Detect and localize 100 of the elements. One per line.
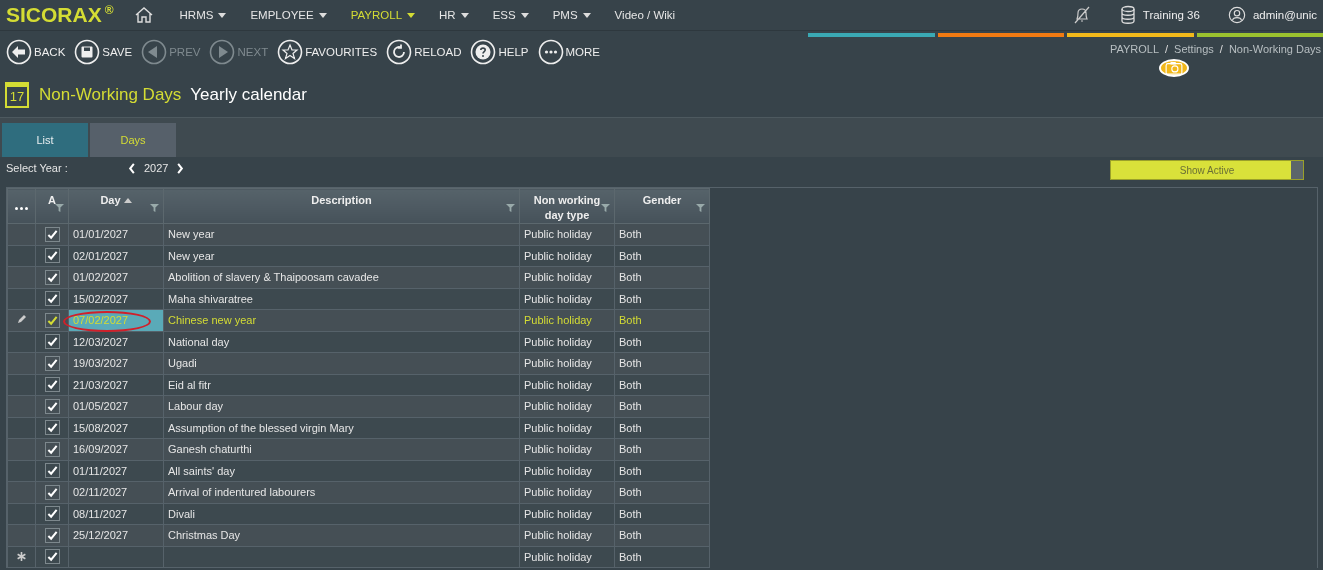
table-cell: Both (619, 443, 642, 456)
user-icon[interactable] (1227, 6, 1246, 24)
column-header[interactable]: Gender (614, 188, 710, 224)
page-subtitle: Yearly calendar (190, 85, 307, 105)
table-cell: Both (619, 400, 642, 413)
column-header[interactable]: Day (68, 188, 164, 224)
checkbox[interactable] (44, 463, 60, 479)
checkbox[interactable] (44, 484, 60, 500)
camera-button[interactable] (1159, 59, 1189, 77)
table-cell: Chinese new year (168, 314, 257, 327)
chevron-left-icon[interactable] (128, 162, 136, 174)
toolbar-button[interactable]: RELOAD (386, 39, 462, 65)
menu-item[interactable]: HR (439, 9, 469, 21)
next-icon (209, 39, 236, 65)
table-cell: 02/01/2027 (73, 249, 129, 262)
checkbox[interactable] (44, 248, 60, 264)
tab[interactable]: Days (90, 123, 176, 157)
chevron-right-icon[interactable] (176, 162, 185, 174)
table-cell: Both (619, 550, 642, 563)
select-year-label: Select Year : (6, 162, 69, 174)
table-cell: Ugadi (168, 357, 197, 370)
table-cell: 19/03/2027 (73, 357, 129, 370)
show-active-toggle[interactable]: Show Active (1110, 160, 1304, 180)
table-cell: Both (619, 421, 642, 434)
checkbox[interactable] (44, 377, 60, 393)
table-cell: Public holiday (524, 249, 592, 262)
sort-arrow-icon[interactable] (123, 198, 132, 203)
menu-item[interactable]: PAYROLL (350, 9, 416, 21)
table-cell: Both (619, 228, 642, 241)
user-name[interactable]: admin@unic (1252, 9, 1317, 21)
menu-item[interactable]: Video / Wiki (614, 9, 676, 21)
breadcrumb-link[interactable]: PAYROLL (1109, 43, 1159, 55)
table-cell: Public holiday (524, 292, 592, 305)
more-icon (537, 39, 564, 65)
table-cell: Assumption of the blessed virgin Mary (168, 421, 354, 434)
table-cell: Public holiday (524, 400, 592, 413)
toolbar-button[interactable]: FAVOURITES (277, 39, 378, 65)
menu-item[interactable]: PMS (552, 9, 591, 21)
table-cell: Divali (168, 507, 195, 520)
table-cell: Both (619, 314, 642, 327)
column-header[interactable]: Description (163, 188, 520, 224)
column-header[interactable]: A (35, 188, 69, 224)
page-title: Non-Working Days (39, 85, 182, 105)
table-cell: Both (619, 249, 642, 262)
table-cell: Both (619, 464, 642, 477)
column-header[interactable]: Non working day type (519, 188, 615, 224)
table-cell: 15/08/2027 (73, 421, 129, 434)
table-cell: Public holiday (524, 314, 592, 327)
table-cell: Christmas Day (168, 529, 241, 542)
checkbox[interactable] (44, 355, 60, 371)
filter-icon[interactable] (55, 203, 64, 212)
breadcrumb-separator: / (1165, 43, 1169, 55)
table-cell: 01/01/2027 (73, 228, 129, 241)
table-cell: Arrival of indentured labourers (168, 486, 316, 499)
table-cell: 01/05/2027 (73, 400, 129, 413)
tab[interactable]: List (2, 123, 88, 157)
table-cell: Public holiday (524, 529, 592, 542)
checkbox[interactable] (44, 441, 60, 457)
toolbar-button[interactable]: HELP (470, 39, 529, 65)
table-cell: Public holiday (524, 464, 592, 477)
reload-icon (386, 39, 413, 65)
checkbox[interactable] (44, 420, 60, 436)
breadcrumb-link[interactable]: Non-Working Days (1228, 43, 1321, 55)
filter-icon[interactable] (150, 203, 159, 212)
table-cell: Labour day (168, 400, 224, 413)
filter-icon[interactable] (506, 203, 515, 212)
table-cell: New year (168, 228, 215, 241)
checkbox[interactable] (44, 506, 60, 522)
checkbox[interactable] (44, 291, 60, 307)
checkbox[interactable] (44, 334, 60, 350)
checkbox[interactable] (44, 398, 60, 414)
filter-icon[interactable] (696, 203, 705, 212)
table-cell: 08/11/2027 (73, 507, 128, 520)
checkbox[interactable] (44, 226, 60, 242)
menu-item[interactable]: HRMS (179, 9, 227, 21)
checkbox[interactable] (44, 549, 60, 565)
calendar-icon: 17 (5, 82, 29, 108)
table-cell: Public holiday (524, 228, 592, 241)
filter-icon[interactable] (601, 203, 610, 212)
toolbar-button[interactable]: SAVE (74, 39, 133, 65)
help-icon (470, 39, 497, 65)
toolbar-button[interactable]: BACK (6, 39, 66, 65)
menu-item[interactable]: EMPLOYEE (250, 9, 327, 21)
table-cell: 07/02/2027 (73, 314, 129, 327)
toolbar-button[interactable]: MORE (537, 39, 600, 65)
more-icon[interactable] (15, 207, 28, 210)
checkbox[interactable] (44, 269, 60, 285)
table-cell: 25/12/2027 (73, 529, 129, 542)
table-cell: 02/11/2027 (73, 486, 128, 499)
table-cell: All saints' day (168, 464, 235, 477)
breadcrumb-separator: / (1219, 43, 1223, 55)
table-cell: Public holiday (524, 357, 592, 370)
breadcrumb-link[interactable]: Settings (1174, 43, 1214, 55)
checkbox[interactable] (44, 312, 60, 328)
checkbox[interactable] (44, 527, 60, 543)
home-icon[interactable] (133, 6, 154, 24)
table-cell: 21/03/2027 (73, 378, 129, 391)
menu-item[interactable]: ESS (492, 9, 529, 21)
table-cell: 01/11/2027 (73, 464, 128, 477)
table-cell: Public holiday (524, 486, 592, 499)
